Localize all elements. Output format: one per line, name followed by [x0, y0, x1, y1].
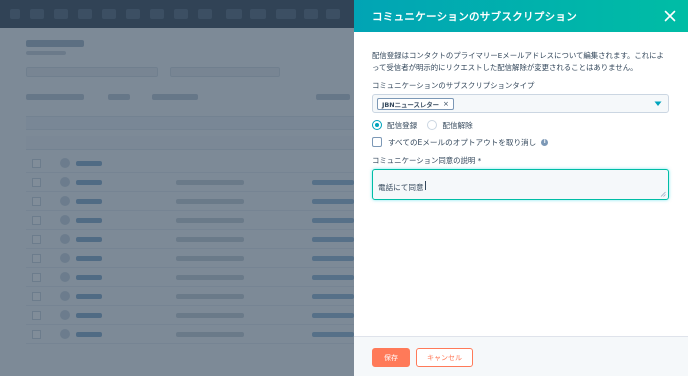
panel-footer: 保存 キャンセル [354, 336, 688, 376]
subscribe-radio-label[interactable]: 配信登録 [387, 120, 417, 131]
consent-textarea[interactable]: 電話にて同意 [372, 169, 669, 200]
unsubscribe-radio-label[interactable]: 配信解除 [442, 120, 472, 131]
radio-option-subscribe[interactable]: 配信登録 [372, 120, 417, 131]
subscription-type-label: コミュニケーションのサブスクリプションタイプ [372, 81, 535, 90]
consent-label: コミュニケーション同意の説明 * [372, 156, 482, 165]
subscription-tag-label: JBNニュースレター [382, 100, 440, 109]
subscription-status-radios: 配信登録 配信解除 [372, 118, 670, 132]
text-cursor [424, 181, 426, 190]
panel-description: 配信登録はコンタクトのプライマリーEメールアドレスについて編集されます。これによ… [372, 51, 664, 72]
consent-value[interactable]: 電話にて同意 [378, 183, 424, 192]
save-button[interactable]: 保存 [372, 348, 410, 367]
remove-tag-icon[interactable]: × [443, 100, 449, 108]
cancel-button[interactable]: キャンセル [416, 348, 473, 367]
subscribe-radio[interactable] [372, 120, 382, 130]
panel-body: 配信登録はコンタクトのプライマリーEメールアドレスについて編集されます。これによ… [372, 50, 670, 200]
background-page [0, 0, 354, 376]
unsubscribe-radio[interactable] [427, 120, 438, 130]
subscription-type-select[interactable]: JBNニュースレター × [372, 94, 669, 113]
optout-row: すべてのEメールのオプトアウトを取り消し i [372, 135, 670, 149]
modal-overlay[interactable] [0, 0, 354, 376]
subscription-panel: コミュニケーションのサブスクリプション 配信登録はコンタクトのプライマリーEメー… [354, 0, 688, 376]
optout-label[interactable]: すべてのEメールのオプトアウトを取り消し [388, 137, 536, 148]
chevron-down-icon[interactable] [654, 101, 662, 107]
panel-header: コミュニケーションのサブスクリプション [354, 0, 688, 32]
subscription-tag: JBNニュースレター × [377, 98, 454, 110]
resize-handle-icon[interactable] [660, 191, 666, 197]
info-icon[interactable]: i [541, 138, 549, 146]
radio-option-unsubscribe[interactable]: 配信解除 [427, 120, 473, 131]
close-icon [664, 10, 676, 22]
optout-checkbox[interactable] [372, 137, 382, 147]
panel-title: コミュニケーションのサブスクリプション [372, 11, 577, 23]
close-button[interactable] [662, 8, 678, 24]
